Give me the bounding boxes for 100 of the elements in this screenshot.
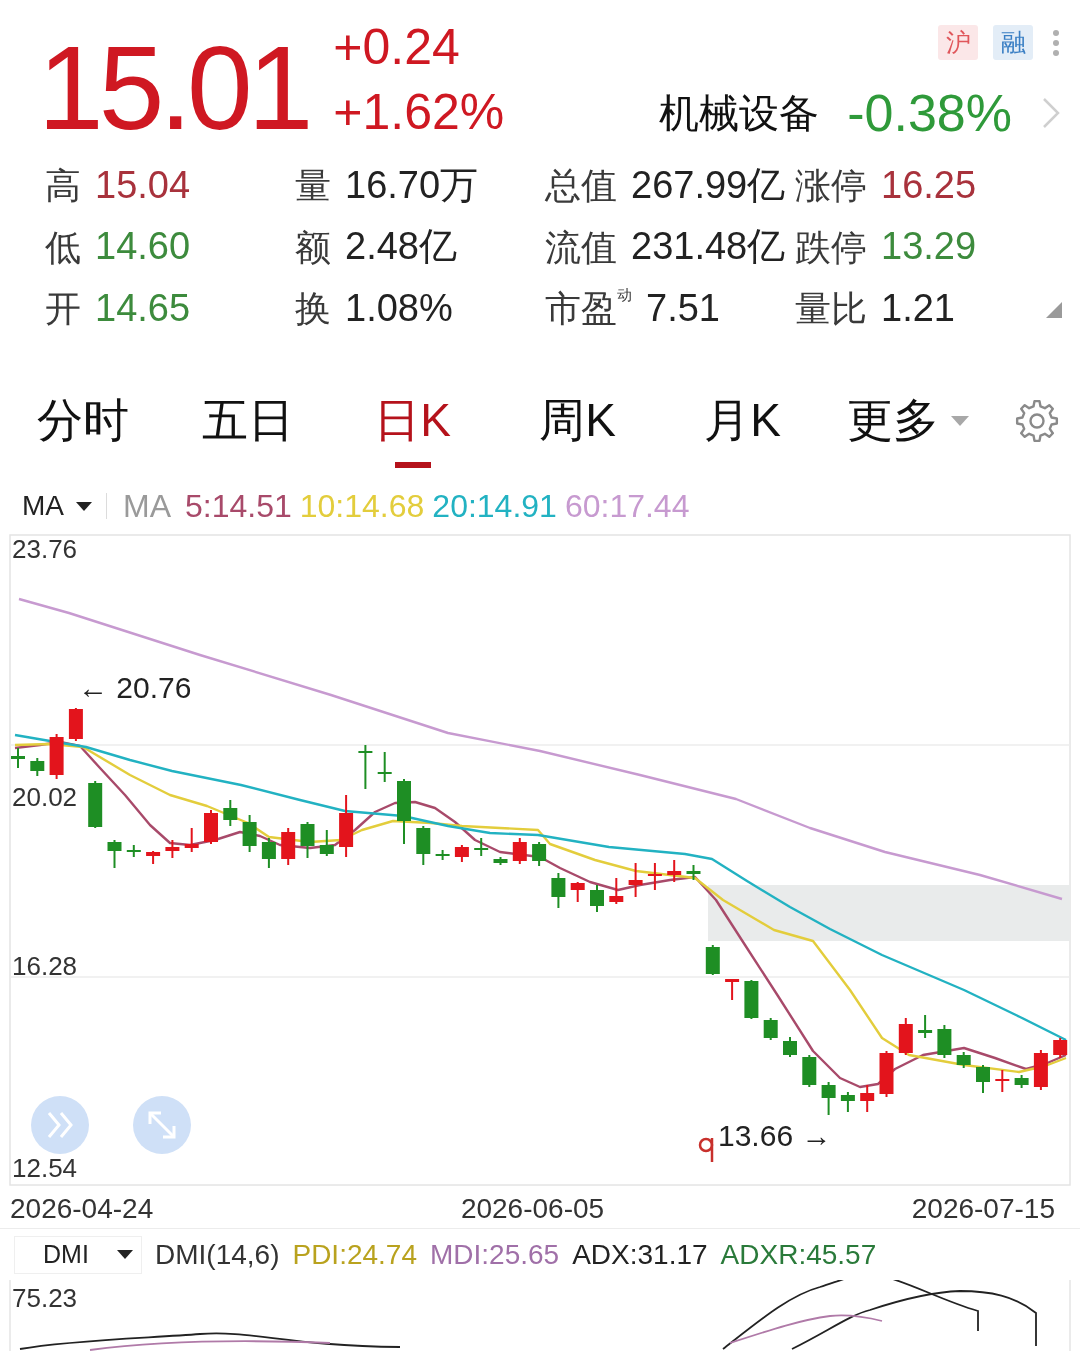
candle	[976, 1064, 990, 1094]
candle	[802, 1054, 817, 1088]
candle	[937, 1024, 952, 1059]
stat-value: 14.65	[95, 288, 191, 330]
candle	[126, 844, 141, 858]
axis-label: 16.28	[12, 951, 78, 981]
indicator-value: DMI(14,6)	[155, 1238, 280, 1271]
indicator-value: 5:14.51	[185, 487, 292, 525]
more-icon[interactable]	[1052, 28, 1060, 57]
caret-icon	[76, 501, 92, 511]
candle	[783, 1036, 797, 1058]
stat-value: 1.08%	[345, 288, 453, 330]
candle	[725, 978, 740, 1001]
stat-value: 7.51	[646, 288, 720, 330]
indicator-value: ADX:31.17	[572, 1238, 708, 1271]
candle	[879, 1050, 894, 1098]
sector-change: -0.38%	[847, 83, 1012, 143]
stat-value: 16.70万	[345, 164, 479, 207]
indicator-dropdown[interactable]: DMI	[14, 1235, 142, 1274]
marker-icon	[698, 1137, 714, 1162]
candle	[300, 821, 315, 859]
candle	[860, 1084, 875, 1113]
indicator-value: 10:14.68	[299, 487, 425, 525]
stat-label: 低	[45, 227, 81, 268]
stat-label: 总值	[545, 166, 617, 206]
candle	[551, 872, 566, 909]
stat-label: 量比	[795, 289, 867, 329]
candle	[88, 780, 103, 829]
price-annotation: 13.66 →	[718, 1119, 832, 1152]
stat-label: 换	[295, 289, 331, 329]
stat-value: 15.04	[95, 164, 191, 207]
date-label: 2026-04-24	[10, 1193, 154, 1225]
candle	[686, 864, 701, 881]
candle	[1033, 1049, 1048, 1091]
date-label: 2026-06-05	[460, 1193, 605, 1225]
tab[interactable]: 日K	[330, 372, 495, 470]
stat-value: 1.21	[881, 288, 955, 330]
indicator-value: 60:17.44	[564, 487, 690, 525]
stat-label: 市盈$^{动}$	[545, 289, 632, 329]
candle	[995, 1069, 1010, 1093]
indicator-dropdown[interactable]: MA	[22, 490, 92, 522]
stat-label: 额	[295, 227, 331, 268]
candle	[339, 794, 354, 858]
tab[interactable]: 分时	[0, 372, 165, 470]
candle	[647, 862, 662, 891]
candle	[358, 744, 373, 790]
axis-label: 23.76	[12, 534, 78, 564]
settings-icon[interactable]	[1015, 399, 1059, 443]
axis-label: 20.02	[12, 782, 78, 812]
axis-label: 75.23	[12, 1283, 78, 1313]
caret-icon	[117, 1250, 133, 1259]
candle	[1014, 1074, 1029, 1089]
candle	[165, 839, 180, 859]
indicator-value: 20:14.91	[432, 487, 557, 525]
candle	[763, 1017, 778, 1041]
stat-value: 13.29	[881, 226, 977, 269]
caret-icon	[950, 416, 969, 426]
candle	[1053, 1037, 1068, 1059]
axis-label: 12.54	[12, 1153, 78, 1183]
candle	[281, 827, 296, 866]
candle	[261, 837, 276, 869]
double-chevron-icon[interactable]	[31, 1096, 89, 1154]
stat-label: 涨停	[795, 166, 867, 206]
stat-value: 267.99亿	[631, 164, 786, 207]
candle	[435, 849, 450, 861]
price-change: +0.24	[333, 18, 461, 77]
indicator-name: MA	[123, 487, 171, 525]
stat-label: 跌停	[795, 227, 867, 268]
diagonal-arrows-icon[interactable]	[133, 1096, 191, 1154]
chevron-right-icon[interactable]	[1042, 97, 1060, 129]
tab[interactable]: 五日	[165, 372, 330, 470]
tab[interactable]: 周K	[495, 372, 660, 470]
stat-label: 流值	[545, 227, 617, 268]
candle	[146, 850, 161, 865]
indicator-value: ADXR:45.57	[720, 1238, 877, 1271]
candle	[898, 1017, 913, 1056]
stat-value: 14.60	[95, 226, 191, 269]
candle	[840, 1091, 855, 1113]
market-badge: 沪	[938, 25, 978, 60]
candle	[49, 733, 64, 780]
candle	[744, 979, 759, 1020]
candle	[377, 751, 392, 783]
tab[interactable]: 更多	[825, 372, 990, 470]
triangle-icon[interactable]	[1046, 302, 1062, 318]
candle	[319, 829, 334, 857]
candle	[590, 884, 604, 913]
candle	[107, 839, 122, 869]
stat-value: 231.48亿	[631, 226, 786, 269]
candle	[956, 1051, 971, 1069]
price-annotation: ← 20.76	[78, 671, 192, 704]
candle	[397, 778, 411, 845]
stat-label: 量	[295, 166, 331, 206]
candle	[454, 844, 469, 863]
candle	[628, 862, 643, 898]
candle	[918, 1014, 933, 1039]
sector-name: 机械设备	[659, 89, 820, 137]
price: 15.01	[38, 28, 309, 148]
stat-value: 16.25	[881, 164, 977, 207]
candle	[223, 799, 238, 827]
tab[interactable]: 月K	[660, 372, 825, 470]
